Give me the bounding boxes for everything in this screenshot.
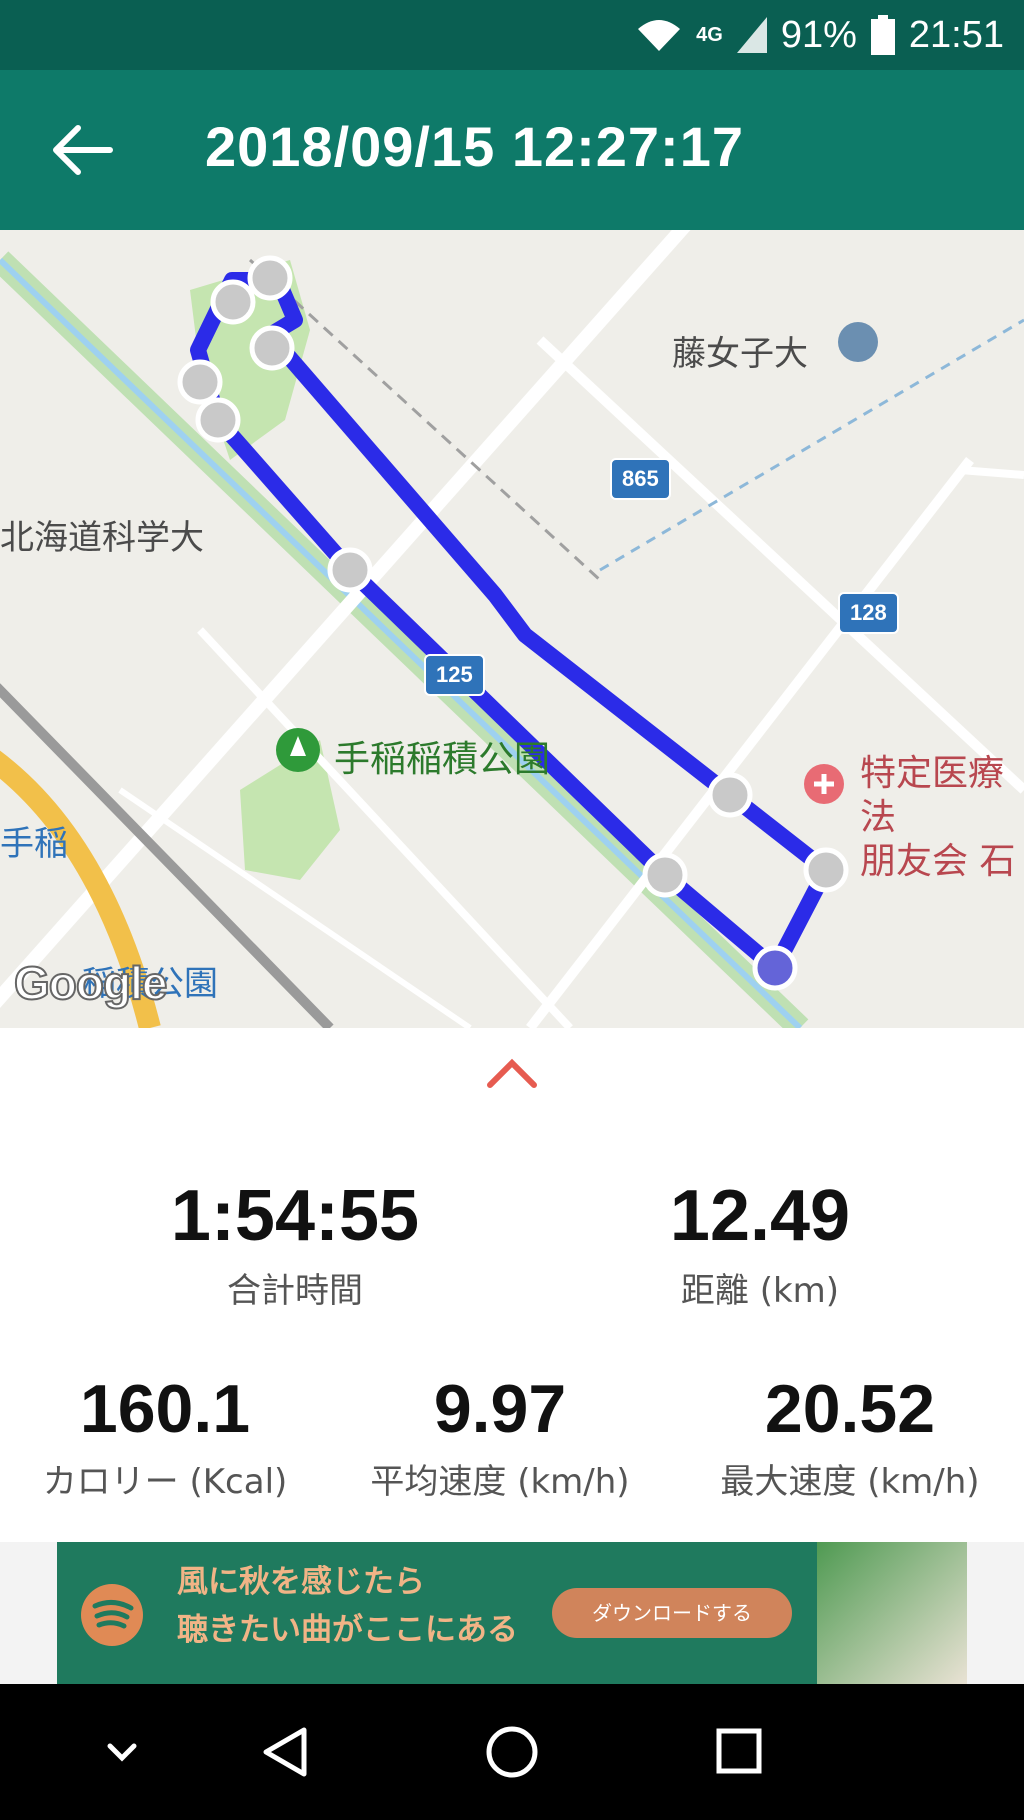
wifi-icon [638, 20, 681, 51]
max-speed-value: 20.52 [764, 1371, 936, 1447]
signal-icon [736, 17, 767, 53]
total-time-value: 1:54:55 [170, 1176, 420, 1256]
stat-max-speed: 20.52 最大速度 (km/h) [690, 1370, 1010, 1503]
calories-value: 160.1 [79, 1371, 251, 1447]
chevron-down-icon[interactable] [102, 1732, 142, 1772]
nav-recents-icon[interactable] [714, 1726, 764, 1776]
total-time-label: 合計時間 [227, 1271, 363, 1311]
ad-line-2: 聴きたい曲がここにある [177, 1612, 518, 1648]
page-title: 2018/09/15 12:27:17 [205, 115, 744, 178]
ad-photo [817, 1542, 967, 1684]
ad-line-1: 風に秋を感じたら [177, 1564, 425, 1600]
ad-content[interactable]: 風に秋を感じたら 聴きたい曲がここにある ダウンロードする [57, 1542, 967, 1684]
expand-handle[interactable] [482, 1055, 542, 1091]
max-speed-label: 最大速度 (km/h) [720, 1462, 980, 1502]
battery-percent: 91% [780, 13, 857, 56]
map-label-university: 藤女子大 [672, 334, 808, 374]
nav-back-icon[interactable] [258, 1724, 312, 1780]
stat-total-time: 1:54:55 合計時間 [130, 1175, 460, 1312]
distance-label: 距離 (km) [680, 1271, 840, 1311]
map-label-science-univ: 北海道科学大 [0, 518, 204, 558]
chevron-up-icon [487, 1058, 537, 1088]
calories-label: カロリー (Kcal) [42, 1462, 288, 1502]
route-badge-128: 128 [838, 592, 899, 634]
battery-icon [870, 15, 895, 55]
hospital-line-1: 特定医療法 [860, 753, 1005, 838]
status-bar: 4G 91% 21:51 [0, 0, 1024, 70]
app-bar: 2018/09/15 12:27:17 [0, 70, 1024, 230]
distance-value: 12.49 [669, 1176, 851, 1256]
ad-download-button[interactable]: ダウンロードする [552, 1588, 792, 1638]
avg-speed-label: 平均速度 (km/h) [370, 1462, 630, 1502]
hospital-line-2: 朋友会 石 [860, 841, 1016, 882]
ad-text: 風に秋を感じたら 聴きたい曲がここにある [177, 1558, 518, 1654]
google-attribution: Google [13, 956, 168, 1010]
ad-banner[interactable]: 風に秋を感じたら 聴きたい曲がここにある ダウンロードする [0, 1542, 1024, 1684]
back-button[interactable] [48, 118, 118, 182]
map-label-station-left: 手稲 [0, 824, 68, 864]
stat-avg-speed: 9.97 平均速度 (km/h) [340, 1370, 660, 1503]
spotify-icon [81, 1584, 143, 1646]
route-map[interactable]: 藤女子大 北海道科学大 手稲稲積公園 特定医療法 朋友会 石 手稲 稲積公園 8… [0, 230, 1024, 1028]
arrow-left-icon [53, 125, 113, 175]
map-label-hospital: 特定医療法 朋友会 石 [860, 752, 1024, 884]
stat-distance: 12.49 距離 (km) [600, 1175, 920, 1312]
nav-home-icon[interactable] [484, 1724, 540, 1780]
network-type: 4G [696, 23, 723, 46]
clock: 21:51 [908, 13, 1004, 56]
route-badge-865: 865 [610, 458, 671, 500]
avg-speed-value: 9.97 [433, 1371, 567, 1447]
map-label-park: 手稲稲積公園 [334, 739, 551, 780]
system-nav-bar [0, 1684, 1024, 1820]
route-badge-125: 125 [424, 654, 485, 696]
stat-calories: 160.1 カロリー (Kcal) [10, 1370, 320, 1503]
